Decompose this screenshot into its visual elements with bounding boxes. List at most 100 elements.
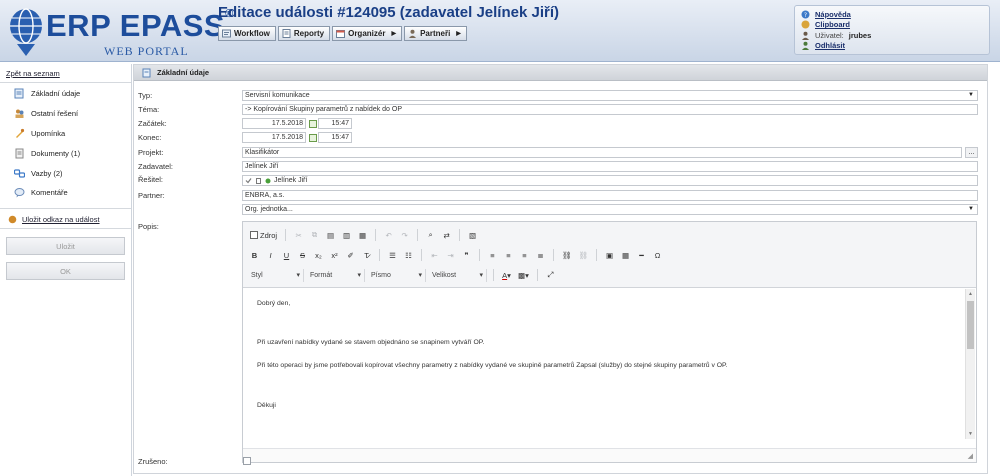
numbered-list-icon[interactable]: ☰ — [386, 249, 399, 262]
subscript-icon[interactable]: x₂ — [312, 249, 325, 262]
editor-scrollbar[interactable]: ▲ ▼ — [965, 289, 975, 439]
horizontal-line-icon[interactable]: ━ — [635, 249, 648, 262]
replace-icon[interactable]: ⇄ — [440, 229, 453, 242]
panel-title: Základní údaje — [157, 68, 210, 77]
source-icon — [250, 231, 258, 239]
solver-field[interactable]: Jelínek Jiří — [242, 175, 978, 186]
unlink-icon[interactable]: ⛓ — [577, 249, 591, 262]
size-combo[interactable]: Velikost ▾ — [429, 268, 487, 282]
source-button[interactable]: Zdroj — [248, 229, 279, 242]
text-color-icon[interactable]: A ▾ — [500, 269, 513, 282]
select-all-icon[interactable]: ▧ — [466, 229, 479, 242]
content-paragraph: Dobrý den, — [257, 300, 291, 307]
align-right-icon[interactable]: ≡ — [518, 249, 531, 262]
link-icon[interactable]: ⛓ — [560, 249, 574, 262]
indent-icon[interactable]: ⇥ — [444, 249, 457, 262]
format-combo[interactable]: Formát ▾ — [307, 268, 365, 282]
calendar-icon[interactable] — [309, 134, 317, 142]
organizer-icon — [336, 30, 346, 38]
find-icon[interactable]: ⌕ — [424, 229, 437, 242]
main-panel: Základní údaje Typ: Téma: Začátek: Konec… — [133, 64, 988, 474]
scroll-up-icon[interactable]: ▲ — [968, 291, 973, 297]
partners-icon — [409, 29, 417, 38]
help-link[interactable]: Nápověda — [815, 10, 851, 19]
editor-content[interactable]: Dobrý den, Při uzavření nabídky vydané s… — [243, 289, 965, 439]
org-unit-select[interactable]: Org. jednotka... ▼ — [242, 204, 978, 215]
paste-icon[interactable]: ▤ — [324, 229, 337, 242]
redo-icon[interactable]: ↷ — [398, 229, 411, 242]
sidebar-item-reminder[interactable]: Upomínka — [14, 127, 65, 139]
strike-icon[interactable]: S — [296, 249, 309, 262]
image-icon[interactable]: ▣ — [603, 249, 616, 262]
logout-link[interactable]: Odhlásit — [815, 41, 845, 50]
project-input[interactable]: Klasifikátor — [242, 147, 962, 158]
ok-button[interactable]: OK — [6, 262, 125, 280]
requester-input[interactable]: Jelínek Jiří — [242, 161, 978, 172]
menu-partners-button[interactable]: Partneři ▶ — [404, 26, 467, 41]
reminder-icon — [16, 128, 25, 138]
bullet-list-icon[interactable]: ☷ — [402, 249, 415, 262]
style-combo[interactable]: Styl ▾ — [248, 268, 304, 282]
start-date-input[interactable]: 17.5.2018 — [242, 118, 306, 129]
menu-workflow-button[interactable]: Workflow — [218, 26, 276, 41]
logo-globe-icon — [10, 8, 42, 56]
align-left-icon[interactable]: ≡ — [486, 249, 499, 262]
align-justify-icon[interactable]: ≣ — [534, 249, 547, 262]
start-time-input[interactable]: 15:47 — [318, 118, 352, 129]
blockquote-icon[interactable]: ❞ — [460, 249, 473, 262]
bold-icon[interactable]: B — [248, 249, 261, 262]
menu-reports-button[interactable]: Reporty — [277, 26, 331, 41]
copy-icon[interactable]: ⧉ — [308, 229, 321, 242]
resize-handle-icon[interactable]: ◢ — [968, 452, 973, 460]
special-char-icon[interactable]: Ω — [651, 249, 664, 262]
chevron-down-icon: ▾ — [418, 272, 422, 279]
cancelled-checkbox[interactable] — [243, 457, 251, 465]
calendar-icon[interactable] — [309, 120, 317, 128]
save-button[interactable]: Uložit — [6, 237, 125, 255]
menu-organizer-button[interactable]: Organizér ▶ — [332, 26, 403, 41]
links-icon — [14, 168, 25, 178]
undo-icon[interactable]: ↶ — [382, 229, 395, 242]
project-picker-button[interactable]: ... — [965, 147, 978, 158]
maximize-icon[interactable]: ⤢ — [544, 269, 557, 282]
paste-text-icon[interactable]: ▥ — [340, 229, 353, 242]
cut-icon[interactable]: ✂ — [292, 229, 305, 242]
cancelled-label: Zrušeno: — [138, 457, 168, 466]
save-link-to-event[interactable]: Uložit odkaz na událost — [8, 215, 100, 224]
font-combo[interactable]: Písmo ▾ — [368, 268, 426, 282]
delete-icon[interactable] — [255, 177, 262, 184]
type-select[interactable]: Servisní komunikace ▼ — [242, 90, 978, 101]
submenu-arrow-icon: ▶ — [456, 31, 461, 37]
back-to-list-link[interactable]: Zpět na seznam — [6, 69, 60, 78]
user-label: Uživatel: — [815, 30, 844, 40]
panel-header: Základní údaje — [134, 65, 987, 81]
check-icon[interactable] — [245, 177, 252, 184]
topic-input[interactable]: -> Kopírování Skupiny parametrů z nabíde… — [242, 104, 978, 115]
description-editor: Zdroj ✂ ⧉ ▤ ▥ ▦ ↶ ↷ ⌕ ⇄ ▧ B I U S x₂ x² … — [242, 221, 977, 463]
sidebar-item-other-solutions[interactable]: Ostatní řešení — [14, 107, 78, 119]
status-dot-icon — [265, 178, 271, 183]
submenu-arrow-icon: ▶ — [391, 31, 397, 37]
paste-word-icon[interactable]: ▦ — [356, 229, 369, 242]
align-center-icon[interactable]: ≡ — [502, 249, 515, 262]
italic-icon[interactable]: I — [264, 249, 277, 262]
copy-format-icon[interactable]: ✐ — [344, 249, 357, 262]
scroll-down-icon[interactable]: ▼ — [968, 431, 973, 437]
clipboard-icon — [801, 20, 810, 29]
sidebar-item-comments[interactable]: Komentáře — [14, 186, 68, 198]
partner-input[interactable]: ENBRA, a.s. — [242, 190, 978, 201]
superscript-icon[interactable]: x² — [328, 249, 341, 262]
sidebar-item-links[interactable]: Vazby (2) — [14, 167, 63, 179]
table-icon[interactable]: ▦ — [619, 249, 632, 262]
clipboard-link[interactable]: Clipboard — [815, 20, 850, 29]
scroll-thumb[interactable] — [967, 301, 974, 349]
sidebar-item-documents[interactable]: Dokumenty (1) — [14, 147, 80, 159]
background-color-icon[interactable]: ▩▾ — [516, 269, 531, 282]
underline-icon[interactable]: U — [280, 249, 293, 262]
sidebar-item-basic[interactable]: Základní údaje — [14, 87, 80, 99]
outdent-icon[interactable]: ⇤ — [428, 249, 441, 262]
end-date-input[interactable]: 17.5.2018 — [242, 132, 306, 143]
user-icon — [802, 31, 809, 40]
end-time-input[interactable]: 15:47 — [318, 132, 352, 143]
remove-format-icon[interactable]: T̷ — [360, 249, 373, 262]
